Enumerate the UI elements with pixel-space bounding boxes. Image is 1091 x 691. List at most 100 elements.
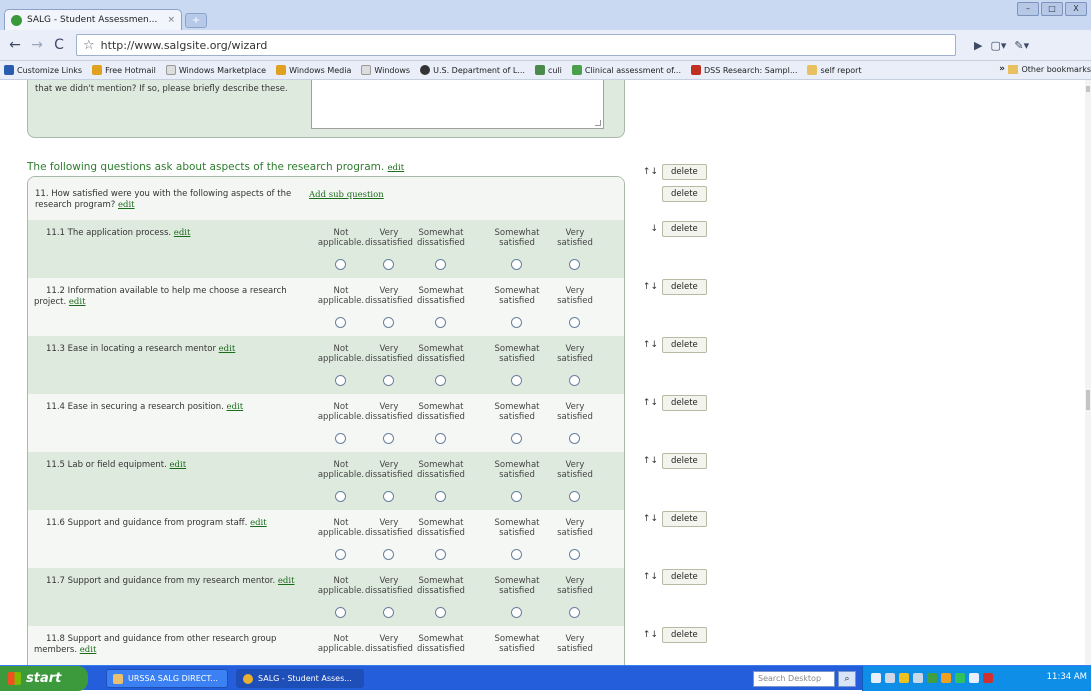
close-window-button[interactable]: X [1065, 2, 1087, 16]
back-button[interactable]: ← [6, 36, 24, 54]
maximize-button[interactable]: □ [1041, 2, 1063, 16]
rating-radio[interactable] [435, 549, 446, 560]
rating-radio[interactable] [435, 433, 446, 444]
move-arrows-icon[interactable]: ↑↓ [634, 340, 658, 350]
messenger-icon[interactable] [927, 673, 937, 683]
rating-radio[interactable] [511, 375, 522, 386]
rating-radio[interactable] [569, 433, 580, 444]
move-arrows-icon[interactable]: ↓ [634, 224, 658, 234]
bookmark-item[interactable]: Customize Links [4, 65, 82, 75]
other-bookmarks[interactable]: Other bookmarks [1008, 65, 1091, 74]
move-arrows-icon[interactable]: ↑↓ [634, 572, 658, 582]
delete-sub-question-button[interactable]: delete [662, 221, 707, 237]
security-shield-icon[interactable] [899, 673, 909, 683]
rating-radio[interactable] [335, 375, 346, 386]
sub-question-edit-link[interactable]: edit [219, 344, 236, 354]
update-icon[interactable] [941, 673, 951, 683]
resize-grip-icon[interactable] [595, 120, 601, 126]
sub-question-edit-link[interactable]: edit [80, 645, 97, 655]
search-desktop-input[interactable]: Search Desktop [753, 671, 835, 687]
bookmark-item[interactable]: self report [807, 65, 862, 75]
bookmark-star-icon[interactable]: ☆ [83, 38, 95, 53]
rating-radio[interactable] [511, 259, 522, 270]
sub-question-edit-link[interactable]: edit [170, 460, 187, 470]
bookmark-item[interactable]: culi [534, 65, 562, 75]
rating-radio[interactable] [383, 259, 394, 270]
delete-question-button[interactable]: delete [662, 186, 707, 202]
rating-radio[interactable] [335, 317, 346, 328]
rating-radio[interactable] [435, 317, 446, 328]
go-arrow-icon[interactable]: ▶ [974, 39, 982, 52]
previous-answer-textarea[interactable] [311, 80, 604, 129]
browser-tab[interactable]: SALG - Student Assessmen... × [4, 9, 182, 30]
section-edit-link[interactable]: edit [388, 163, 405, 173]
add-sub-question-link[interactable]: Add sub question [309, 190, 384, 200]
delete-sub-question-button[interactable]: delete [662, 337, 707, 353]
move-arrows-icon[interactable]: ↑↓ [634, 456, 658, 466]
rating-radio[interactable] [569, 549, 580, 560]
taskbar-item-salg[interactable]: SALG - Student Asses... [236, 669, 364, 688]
bookmark-item[interactable]: Windows Marketplace [165, 65, 266, 75]
address-bar[interactable]: ☆ http://www.salgsite.org/wizard [76, 34, 956, 56]
bookmark-item[interactable]: Free Hotmail [92, 65, 156, 75]
bookmark-item[interactable]: Windows Media [276, 65, 351, 75]
delete-sub-question-button[interactable]: delete [662, 395, 707, 411]
sub-question-edit-link[interactable]: edit [227, 402, 244, 412]
minimize-button[interactable]: – [1017, 2, 1039, 16]
rating-radio[interactable] [383, 317, 394, 328]
bookmark-item[interactable]: Windows [361, 65, 410, 75]
move-arrows-icon[interactable]: ↑↓ [634, 398, 658, 408]
rating-radio[interactable] [383, 433, 394, 444]
rating-radio[interactable] [383, 491, 394, 502]
rating-radio[interactable] [335, 607, 346, 618]
app-tray-icon[interactable] [969, 673, 979, 683]
rating-radio[interactable] [511, 549, 522, 560]
rating-radio[interactable] [335, 433, 346, 444]
rating-radio[interactable] [569, 375, 580, 386]
rating-radio[interactable] [435, 259, 446, 270]
new-tab-button[interactable]: + [185, 13, 207, 28]
question-edit-link[interactable]: edit [118, 200, 135, 210]
delete-section-button[interactable]: delete [662, 164, 707, 180]
bookmark-item[interactable]: Clinical assessment of... [571, 65, 681, 75]
signal-icon[interactable] [913, 673, 923, 683]
rating-radio[interactable] [435, 607, 446, 618]
app-tray-icon[interactable] [955, 673, 965, 683]
page-menu-icon[interactable]: ▢▾ [990, 39, 1006, 52]
move-arrows-icon[interactable]: ↑↓ [634, 514, 658, 524]
rating-radio[interactable] [569, 491, 580, 502]
move-arrows-icon[interactable]: ↑↓ [634, 630, 658, 640]
close-tab-icon[interactable]: × [167, 15, 175, 25]
rating-radio[interactable] [511, 491, 522, 502]
scrollbar-thumb[interactable] [1086, 390, 1090, 410]
delete-sub-question-button[interactable]: delete [662, 569, 707, 585]
sub-question-edit-link[interactable]: edit [69, 297, 86, 307]
delete-sub-question-button[interactable]: delete [662, 279, 707, 295]
start-button[interactable]: start [0, 666, 88, 691]
taskbar-item-urssa[interactable]: URSSA SALG DIRECT... [106, 669, 228, 688]
move-arrows-icon[interactable]: ↑↓ [634, 167, 658, 177]
rating-radio[interactable] [335, 549, 346, 560]
rating-radio[interactable] [383, 607, 394, 618]
rating-radio[interactable] [383, 375, 394, 386]
wrench-menu-icon[interactable]: ✎▾ [1014, 39, 1029, 52]
rating-radio[interactable] [511, 317, 522, 328]
delete-sub-question-button[interactable]: delete [662, 453, 707, 469]
move-arrows-icon[interactable]: ↑↓ [634, 282, 658, 292]
rating-radio[interactable] [569, 317, 580, 328]
page-scrollbar[interactable] [1085, 80, 1091, 665]
app-tray-icon[interactable] [983, 673, 993, 683]
search-icon[interactable]: ⌕ [838, 671, 856, 687]
delete-sub-question-button[interactable]: delete [662, 627, 707, 643]
sub-question-edit-link[interactable]: edit [250, 518, 267, 528]
rating-radio[interactable] [569, 259, 580, 270]
forward-button[interactable]: → [28, 36, 46, 54]
rating-radio[interactable] [383, 549, 394, 560]
sub-question-edit-link[interactable]: edit [174, 228, 191, 238]
volume-icon[interactable] [885, 673, 895, 683]
more-bookmarks-icon[interactable]: » [999, 64, 1005, 74]
sub-question-edit-link[interactable]: edit [278, 576, 295, 586]
rating-radio[interactable] [569, 607, 580, 618]
rating-radio[interactable] [335, 259, 346, 270]
delete-sub-question-button[interactable]: delete [662, 511, 707, 527]
